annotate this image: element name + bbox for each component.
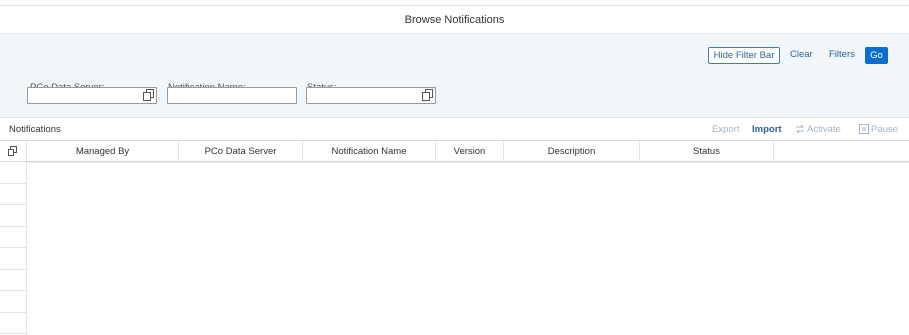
activate-label: Activate — [807, 124, 841, 135]
filters-button[interactable]: Filters — [829, 47, 855, 64]
header-row-divider — [27, 162, 909, 163]
table-header: Managed By PCo Data Server Notification … — [0, 140, 909, 162]
select-all-icon[interactable] — [8, 146, 18, 156]
clear-button[interactable]: Clear — [790, 47, 813, 64]
hide-filter-bar-button[interactable]: Hide Filter Bar — [708, 47, 780, 64]
row-selector[interactable] — [0, 248, 26, 270]
value-help-icon[interactable] — [143, 89, 154, 101]
row-selector[interactable] — [0, 184, 26, 205]
select-all-cell[interactable] — [0, 141, 27, 162]
row-selector[interactable] — [0, 205, 26, 227]
page-title: Browse Notifications — [404, 14, 505, 26]
column-filler — [774, 141, 909, 162]
value-help-icon[interactable] — [422, 89, 433, 101]
activate-icon — [795, 124, 805, 134]
row-selector-column — [0, 162, 27, 335]
export-button[interactable]: Export — [712, 124, 739, 135]
filter-bar: Hide Filter Bar Clear Filters Go PCo Dat… — [0, 34, 909, 118]
row-selector[interactable] — [0, 291, 26, 313]
notifications-table: Managed By PCo Data Server Notification … — [0, 140, 909, 335]
go-button[interactable]: Go — [865, 47, 888, 64]
column-notification-name[interactable]: Notification Name — [303, 141, 436, 162]
row-selector[interactable] — [0, 227, 26, 248]
row-selector[interactable] — [0, 270, 26, 291]
column-description[interactable]: Description — [504, 141, 640, 162]
column-managed-by[interactable]: Managed By — [27, 141, 179, 162]
pause-button[interactable]: Pause — [859, 124, 898, 135]
activate-button[interactable]: Activate — [795, 124, 841, 135]
row-selector[interactable] — [0, 313, 26, 334]
column-pco-data-server[interactable]: PCo Data Server — [179, 141, 303, 162]
pause-icon — [859, 124, 869, 134]
import-button[interactable]: Import — [752, 124, 782, 135]
status-input[interactable] — [306, 87, 436, 104]
column-status[interactable]: Status — [640, 141, 774, 162]
table-title: Notifications — [9, 124, 61, 135]
row-selector[interactable] — [0, 162, 26, 184]
top-divider — [0, 5, 909, 6]
pco-data-server-input[interactable] — [27, 87, 157, 104]
notification-name-input[interactable] — [167, 87, 297, 104]
column-version[interactable]: Version — [436, 141, 504, 162]
pause-label: Pause — [871, 124, 898, 135]
